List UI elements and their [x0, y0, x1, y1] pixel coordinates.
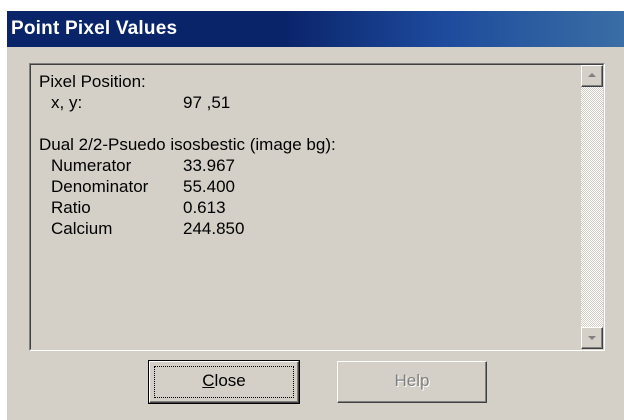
value-number: 33.967	[183, 156, 235, 175]
close-button-label: Close	[202, 371, 246, 390]
value-row-numerator: Numerator 33.967	[39, 155, 559, 176]
value-number: 244.850	[183, 219, 245, 238]
arrow-up-icon	[588, 73, 596, 77]
help-button[interactable]: Help	[337, 361, 487, 403]
title-bar[interactable]: Point Pixel Values	[7, 11, 624, 47]
vertical-scrollbar[interactable]	[581, 65, 603, 349]
value-number: 55.400	[183, 177, 235, 196]
arrow-down-icon	[588, 336, 596, 340]
window-title: Point Pixel Values	[11, 18, 178, 39]
value-row-calcium: Calcium 244.850	[39, 218, 559, 239]
values-text-area: Pixel Position: x, y: 97 ,51 Dual 2/2-Psu…	[39, 71, 559, 341]
value-label: Numerator	[51, 156, 132, 175]
value-row-ratio: Ratio 0.613	[39, 197, 559, 218]
scroll-down-button[interactable]	[581, 327, 603, 349]
value-label: Calcium	[51, 219, 113, 238]
close-button[interactable]: Close	[148, 360, 300, 404]
point-pixel-values-dialog: Point Pixel Values Pixel Position: x, y:…	[6, 10, 624, 420]
value-number: 0.613	[183, 198, 226, 217]
help-button-label: Help	[394, 371, 430, 390]
values-panel: Pixel Position: x, y: 97 ,51 Dual 2/2-Psu…	[29, 63, 605, 351]
value-label: Denominator	[51, 177, 149, 196]
dataset-heading: Dual 2/2-Psuedo isosbestic (image bg):	[39, 135, 336, 154]
value-label: Ratio	[51, 198, 91, 217]
xy-label: x, y:	[51, 93, 83, 112]
value-row-denominator: Denominator 55.400	[39, 176, 559, 197]
xy-row: x, y: 97 ,51	[39, 92, 559, 113]
pixel-position-heading: Pixel Position:	[39, 72, 146, 91]
xy-value: 97 ,51	[183, 93, 231, 112]
scroll-up-button[interactable]	[581, 65, 603, 87]
